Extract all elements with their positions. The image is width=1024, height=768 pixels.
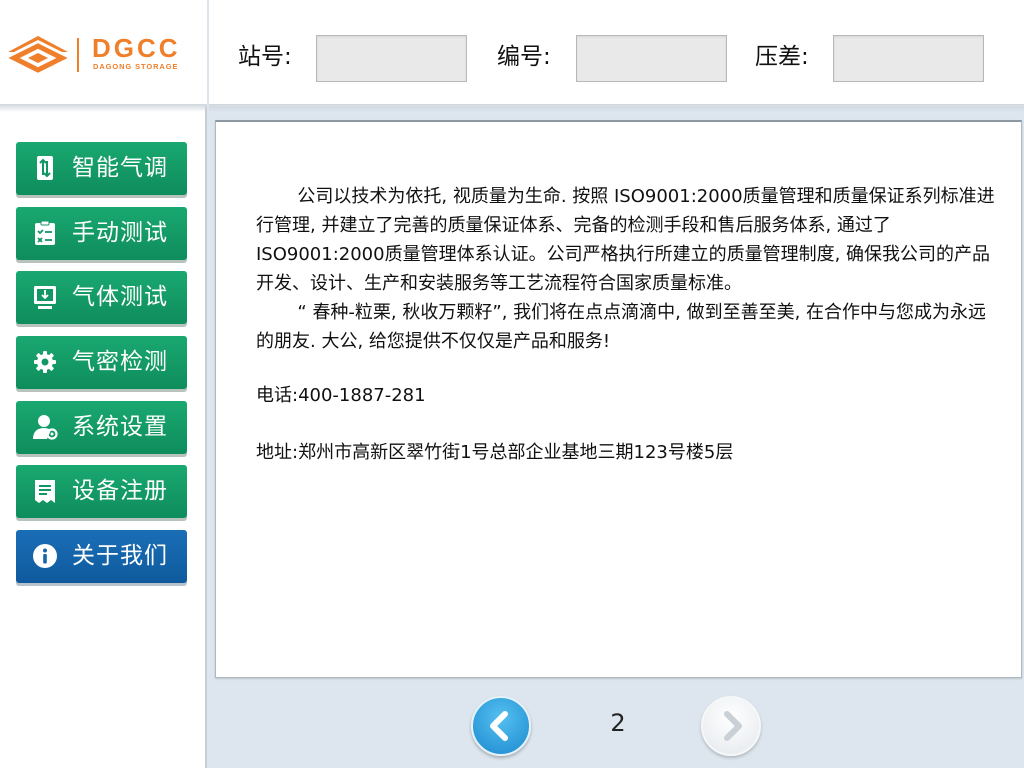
logo-shadow [0, 104, 207, 112]
sidebar: DGCC DAGONG STORAGE 智能气调 手动测试 气体测试 气密检测 … [0, 0, 207, 768]
menu-label: 关于我们 [72, 543, 168, 570]
menu-label: 气密检测 [72, 349, 168, 376]
contact-phone: 电话:400-1887-281 [256, 385, 426, 406]
pagination-bar: 2 [209, 680, 1024, 768]
menu-label: 气体测试 [72, 284, 168, 311]
phone-transfer-icon [37, 156, 53, 180]
menu-item-smart-atmosphere[interactable]: 智能气调 [16, 142, 187, 195]
logo-mark-icon [8, 36, 68, 73]
pressure-diff-input[interactable] [833, 35, 984, 82]
page-number: 2 [610, 709, 626, 737]
chevron-right-icon [724, 711, 742, 741]
info-icon [33, 544, 57, 569]
top-bar: 站号: 编号: 压差: [209, 0, 1024, 106]
pressure-diff-label: 压差: [755, 44, 809, 70]
company-logo: DGCC DAGONG STORAGE [0, 0, 207, 106]
brand-name: DGCC [92, 33, 181, 63]
user-settings-icon [33, 414, 58, 440]
menu-label: 设备注册 [72, 478, 168, 505]
serial-label: 编号: [497, 44, 551, 70]
topbar-shadow [209, 104, 1024, 112]
register-document-icon [35, 480, 55, 504]
company-motto-paragraph: “ 春种-粒栗, 秋收万颗籽”, 我们将在点点滴滴中, 做到至善至美, 在合作中… [256, 302, 987, 352]
menu-label: 系统设置 [72, 413, 168, 440]
brand-tagline: DAGONG STORAGE [93, 62, 179, 71]
menu-item-manual-test[interactable]: 手动测试 [16, 206, 187, 260]
menu-item-gas-test[interactable]: 气体测试 [16, 271, 187, 325]
station-input[interactable] [316, 35, 467, 82]
monitor-download-icon [34, 286, 56, 310]
contact-address: 地址:郑州市高新区翠竹街1号总部企业基地三期123号楼5层 [256, 442, 734, 463]
next-page-button[interactable] [701, 696, 761, 756]
prev-page-button[interactable] [471, 696, 531, 756]
clipboard-checklist-icon [35, 220, 55, 245]
about-content-panel: 公司以技术为依托, 视质量为生命. 按照 ISO9001:2000质量管理和质量… [215, 120, 1022, 678]
menu-item-airtight-check[interactable]: 气密检测 [16, 336, 187, 390]
chevron-left-icon [490, 711, 508, 741]
menu-item-about-us[interactable]: 关于我们 [16, 530, 187, 584]
company-intro-paragraph: 公司以技术为依托, 视质量为生命. 按照 ISO9001:2000质量管理和质量… [256, 186, 995, 294]
menu-item-system-settings[interactable]: 系统设置 [16, 400, 187, 454]
serial-input[interactable] [576, 35, 727, 82]
gear-icon [34, 351, 56, 374]
side-menu: 智能气调 手动测试 气体测试 气密检测 系统设置 设备注册 关于我们 [16, 142, 187, 595]
station-label: 站号: [238, 44, 292, 70]
logo-divider [77, 38, 79, 72]
menu-item-device-register[interactable]: 设备注册 [16, 465, 187, 519]
menu-label: 智能气调 [72, 155, 168, 181]
menu-label: 手动测试 [72, 219, 168, 246]
